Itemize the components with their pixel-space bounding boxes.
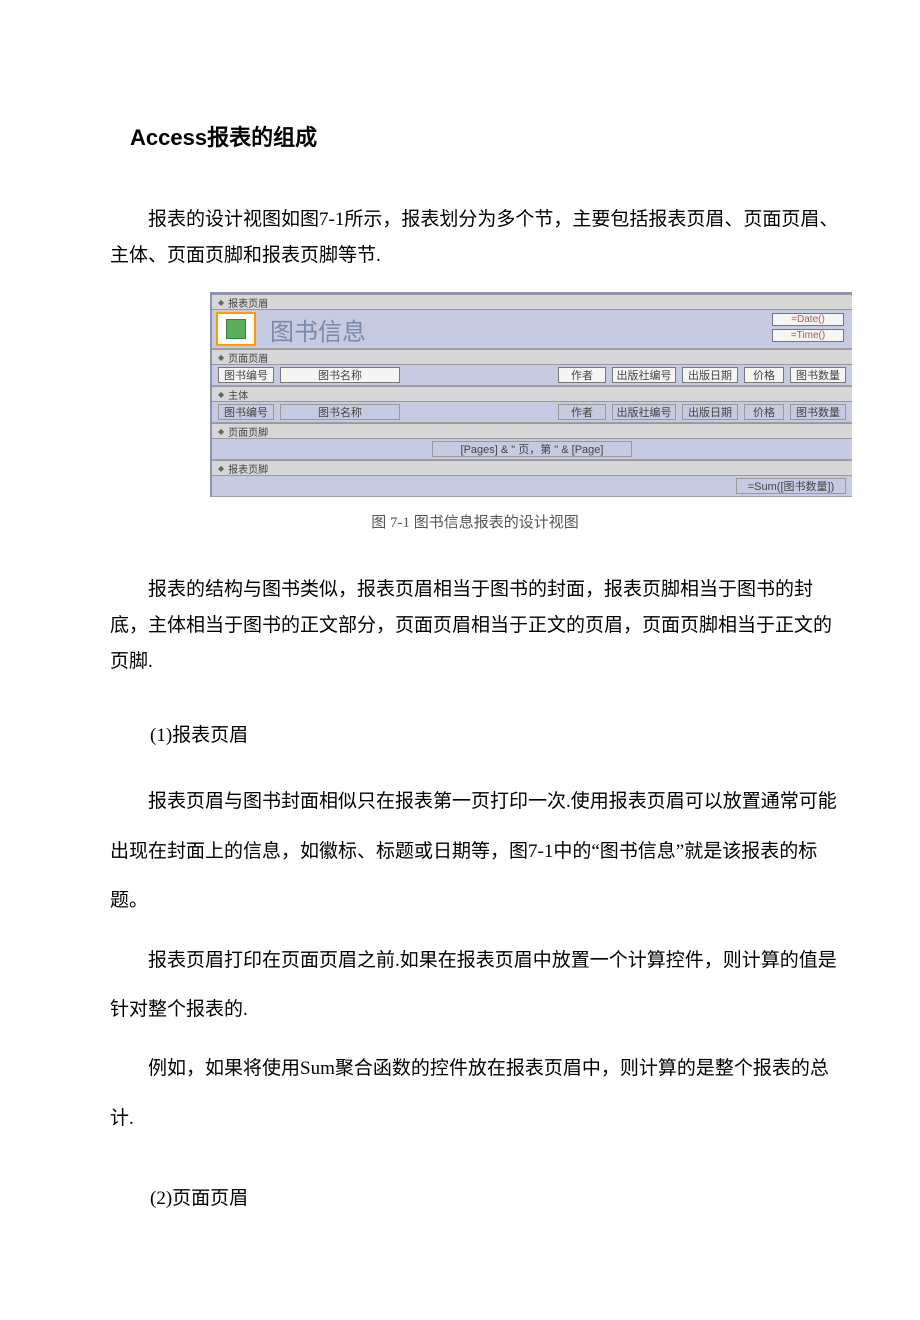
band-page-footer: [Pages] & " 页，第 " & [Page] bbox=[212, 439, 852, 460]
structure-paragraph: 报表的结构与图书类似，报表页眉相当于图书的封面，报表页脚相当于图书的封底，主体相… bbox=[110, 572, 840, 680]
section2-heading: (2)页面页眉 bbox=[150, 1183, 840, 1210]
intro-paragraph: 报表的设计视图如图7-1所示，报表划分为多个节，主要包括报表页眉、页面页眉、主体… bbox=[110, 202, 840, 274]
band-report-footer: =Sum([图书数量]) bbox=[212, 476, 852, 497]
band-report-header: 图书信息 =Date() =Time() bbox=[212, 310, 852, 349]
section1-heading: (1)报表页眉 bbox=[150, 720, 840, 747]
section-bar-page-header: 页面页眉 bbox=[212, 349, 852, 365]
doc-title: Access报表的组成 bbox=[130, 120, 840, 152]
figure-caption: 图 7-1 图书信息报表的设计视图 bbox=[110, 511, 840, 532]
book-icon bbox=[226, 319, 246, 339]
header-label: 出版社编号 bbox=[612, 367, 676, 383]
detail-field: 图书编号 bbox=[218, 404, 274, 420]
date-expression-control: =Date() bbox=[772, 313, 844, 326]
detail-field: 作者 bbox=[558, 404, 606, 420]
report-title-label: 图书信息 bbox=[264, 312, 366, 347]
section-bar-report-header: 报表页眉 bbox=[212, 294, 852, 310]
section-bar-detail: 主体 bbox=[212, 386, 852, 402]
detail-field: 价格 bbox=[744, 404, 784, 420]
header-label: 价格 bbox=[744, 367, 784, 383]
time-expression-control: =Time() bbox=[772, 329, 844, 342]
header-label: 图书名称 bbox=[280, 367, 400, 383]
header-label: 图书数量 bbox=[790, 367, 846, 383]
band-page-header: 图书编号 图书名称 作者 出版社编号 出版日期 价格 图书数量 bbox=[212, 365, 852, 386]
header-label: 作者 bbox=[558, 367, 606, 383]
section-bar-page-footer: 页面页脚 bbox=[212, 423, 852, 439]
logo-control bbox=[216, 312, 256, 346]
header-label: 图书编号 bbox=[218, 367, 274, 383]
report-designer-figure: 报表页眉 图书信息 =Date() =Time() 页面页眉 图书编号 图书名称… bbox=[210, 292, 852, 497]
detail-field: 图书数量 bbox=[790, 404, 846, 420]
section1-p2: 报表页眉打印在页面页眉之前.如果在报表页眉中放置一个计算控件，则计算的值是针对整… bbox=[110, 936, 840, 1035]
band-detail: 图书编号 图书名称 作者 出版社编号 出版日期 价格 图书数量 bbox=[212, 402, 852, 423]
sum-expression-control: =Sum([图书数量]) bbox=[736, 478, 846, 494]
detail-field: 出版日期 bbox=[682, 404, 738, 420]
section-bar-report-footer: 报表页脚 bbox=[212, 460, 852, 476]
section1-p1: 报表页眉与图书封面相似只在报表第一页打印一次.使用报表页眉可以放置通常可能出现在… bbox=[110, 777, 840, 925]
detail-field: 出版社编号 bbox=[612, 404, 676, 420]
page-number-control: [Pages] & " 页，第 " & [Page] bbox=[432, 441, 632, 457]
header-label: 出版日期 bbox=[682, 367, 738, 383]
detail-field: 图书名称 bbox=[280, 404, 400, 420]
section1-p3: 例如，如果将使用Sum聚合函数的控件放在报表页眉中，则计算的是整个报表的总计. bbox=[110, 1044, 840, 1143]
